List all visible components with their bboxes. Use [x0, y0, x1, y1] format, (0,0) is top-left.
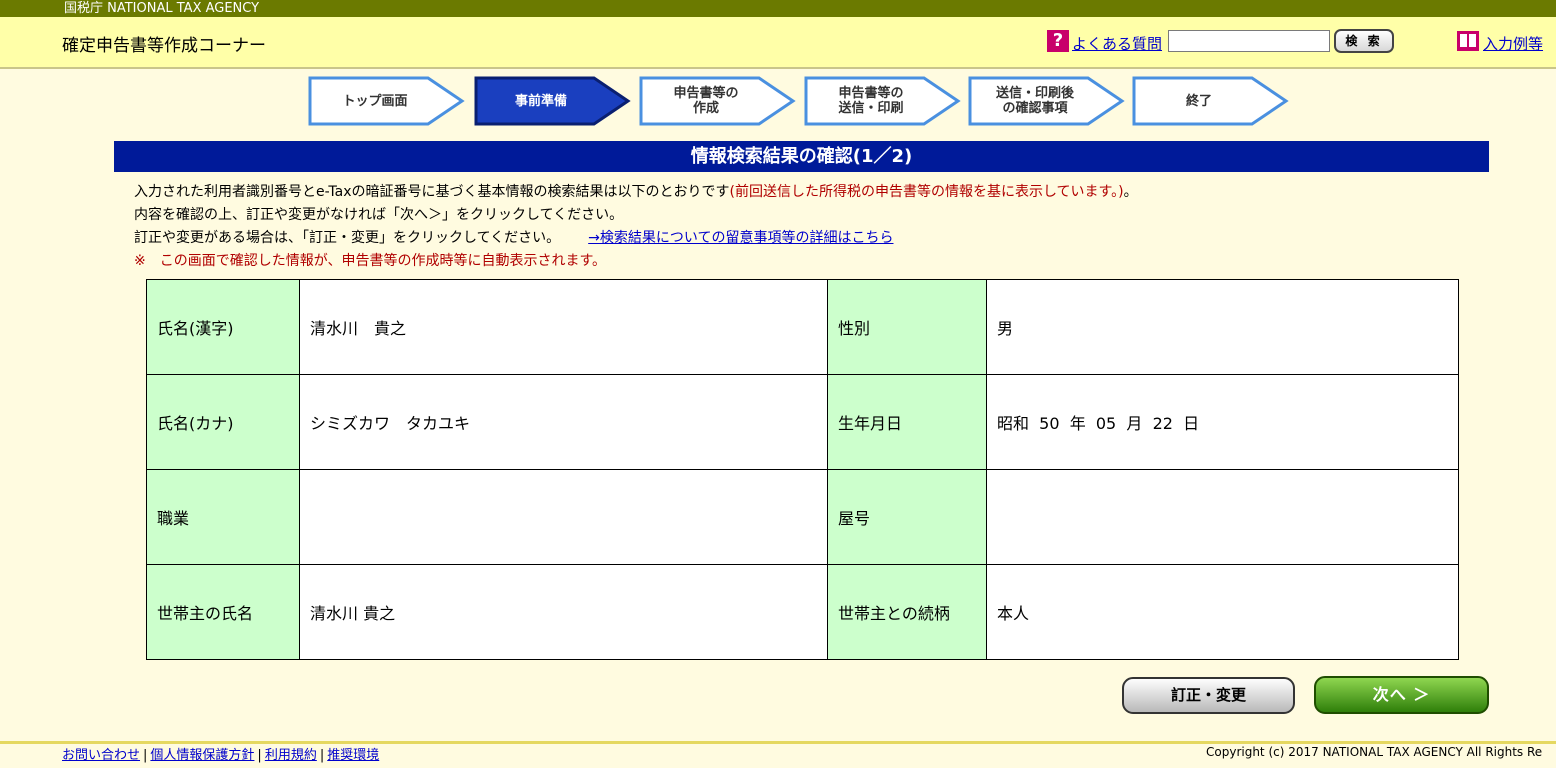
step-top: トップ画面: [308, 76, 466, 126]
instruction-period: 。: [1123, 184, 1138, 200]
copyright: Copyright (c) 2017 NATIONAL TAX AGENCY A…: [1206, 745, 1543, 759]
correct-change-button[interactable]: 訂正・変更: [1122, 677, 1295, 714]
agency-bar: 国税庁 NATIONAL TAX AGENCY: [0, 0, 1556, 17]
footer-links: お問い合わせ | 個人情報保護方針 | 利用規約 | 推奨環境: [62, 748, 380, 763]
instruction-line-3: 訂正や変更がある場合は、「訂正・変更」をクリックしてください。 →検索結果について…: [134, 228, 893, 248]
input-examples-link[interactable]: 入力例等: [1483, 33, 1543, 54]
step-label: 申告書等の 作成: [673, 86, 739, 116]
name-kanji-label: 氏名(漢字): [146, 279, 300, 375]
instruction-text: 入力された利用者識別番号とe-Taxの暗証番号に基づく基本情報の検索結果は以下の…: [134, 184, 730, 200]
step-label: 申告書等の 送信・印刷: [838, 86, 904, 116]
step-send-print: 申告書等の 送信・印刷: [804, 76, 962, 126]
gender-label: 性別: [827, 279, 987, 375]
next-button[interactable]: 次へ ＞: [1314, 676, 1489, 714]
footer-link-environment[interactable]: 推奨環境: [327, 748, 379, 763]
agency-name: 国税庁 NATIONAL TAX AGENCY: [64, 1, 260, 16]
table-row: 氏名(カナ) シミズカワ タカユキ 生年月日 昭和 50 年 05 月 22 日: [146, 374, 1459, 470]
gender-value: 男: [986, 279, 1459, 375]
table-row: 氏名(漢字) 清水川 貴之 性別 男: [146, 279, 1459, 375]
name-kana-label: 氏名(カナ): [146, 374, 300, 470]
name-kana-value: シミズカワ タカユキ: [299, 374, 828, 470]
birthdate-label: 生年月日: [827, 374, 987, 470]
step-label: 送信・印刷後 の確認事項: [995, 86, 1074, 116]
step-preparation: 事前準備: [474, 76, 632, 126]
footer-link-terms[interactable]: 利用規約: [265, 748, 317, 763]
info-table: 氏名(漢字) 清水川 貴之 性別 男 氏名(カナ) シミズカワ タカユキ 生年月…: [146, 279, 1459, 660]
footer-link-privacy[interactable]: 個人情報保護方針: [150, 748, 254, 763]
section-title: 情報検索結果の確認(1／2): [114, 141, 1489, 172]
step-label: トップ画面: [342, 93, 408, 109]
details-link[interactable]: →検索結果についての留意事項等の詳細はこちら: [588, 230, 893, 246]
step-label: 終了: [1185, 93, 1212, 109]
instruction-text: 訂正や変更がある場合は、「訂正・変更」をクリックしてください。: [134, 230, 561, 246]
faq-link[interactable]: よくある質問: [1072, 33, 1162, 54]
footer: お問い合わせ | 個人情報保護方針 | 利用規約 | 推奨環境 Copyright (c) …: [0, 741, 1556, 768]
relationship-value: 本人: [986, 564, 1459, 660]
occupation-value: [299, 469, 828, 565]
occupation-label: 職業: [146, 469, 300, 565]
question-icon[interactable]: ?: [1047, 30, 1069, 52]
search-input[interactable]: [1168, 30, 1330, 52]
search-button[interactable]: 検 索: [1334, 29, 1394, 53]
table-row: 世帯主の氏名 清水川 貴之 世帯主との続柄 本人: [146, 564, 1459, 660]
instruction-note-red: (前回送信した所得税の申告書等の情報を基に表示しています。): [729, 184, 1124, 200]
instruction-line-2: 内容を確認の上、訂正や変更がなければ「次へ＞」をクリックしてください。: [134, 207, 624, 223]
step-create: 申告書等の 作成: [639, 76, 797, 126]
book-icon[interactable]: [1457, 31, 1479, 51]
auto-display-note: ※ この画面で確認した情報が、申告書等の作成時等に自動表示されます。: [134, 253, 607, 269]
footer-link-contact[interactable]: お問い合わせ: [62, 748, 140, 763]
step-post-confirm: 送信・印刷後 の確認事項: [968, 76, 1126, 126]
householder-name-value: 清水川 貴之: [299, 564, 828, 660]
name-kanji-value: 清水川 貴之: [299, 279, 828, 375]
birthdate-value: 昭和 50 年 05 月 22 日: [986, 374, 1459, 470]
page-title: 確定申告書等作成コーナー: [62, 36, 266, 56]
householder-name-label: 世帯主の氏名: [146, 564, 300, 660]
header: 確定申告書等作成コーナー ? よくある質問 検 索 入力例等: [0, 17, 1556, 69]
step-label: 事前準備: [514, 93, 567, 109]
step-navigation: トップ画面 事前準備 申告書等の 作成 申告書等の 送信・印刷 送信・印刷後 の…: [308, 76, 1290, 126]
relationship-label: 世帯主との続柄: [827, 564, 987, 660]
instruction-line-1: 入力された利用者識別番号とe-Taxの暗証番号に基づく基本情報の検索結果は以下の…: [134, 182, 1138, 202]
step-end: 終了: [1132, 76, 1290, 126]
trade-name-value: [986, 469, 1459, 565]
table-row: 職業 屋号: [146, 469, 1459, 565]
trade-name-label: 屋号: [827, 469, 987, 565]
